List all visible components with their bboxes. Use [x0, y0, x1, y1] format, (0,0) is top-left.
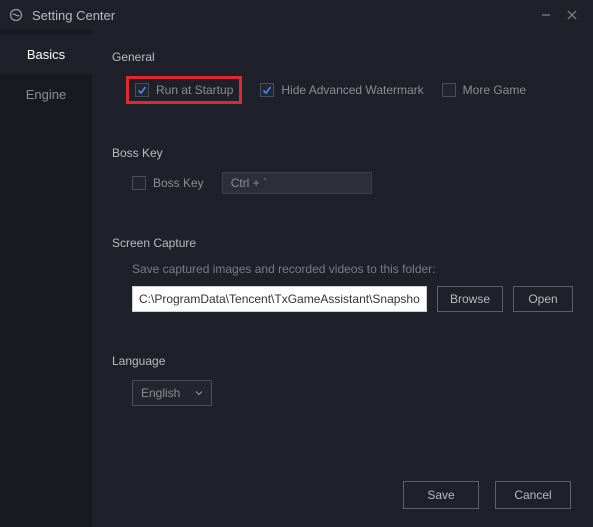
label-more-game: More Game [463, 83, 526, 97]
section-language-title: Language [112, 354, 573, 368]
section-bosskey-title: Boss Key [112, 146, 573, 160]
browse-button[interactable]: Browse [437, 286, 503, 312]
sidebar: Basics Engine [0, 30, 92, 527]
save-button[interactable]: Save [403, 481, 479, 509]
screencapture-help: Save captured images and recorded videos… [112, 262, 573, 276]
content-panel: General Run at Startup Hide Advanced Wat… [92, 30, 593, 527]
section-screencapture-title: Screen Capture [112, 236, 573, 250]
tab-basics[interactable]: Basics [0, 34, 92, 74]
checkbox-boss-key[interactable] [132, 176, 146, 190]
cancel-button[interactable]: Cancel [495, 481, 571, 509]
label-hide-watermark: Hide Advanced Watermark [281, 83, 423, 97]
close-button[interactable] [559, 2, 585, 28]
section-general-title: General [112, 50, 573, 64]
language-select[interactable]: English [132, 380, 212, 406]
checkbox-run-at-startup[interactable] [135, 83, 149, 97]
label-run-at-startup: Run at Startup [156, 83, 233, 97]
input-capture-path[interactable] [132, 286, 427, 312]
titlebar: Setting Center [0, 0, 593, 30]
window-title: Setting Center [32, 8, 115, 23]
footer-buttons: Save Cancel [403, 481, 571, 509]
highlight-run-at-startup: Run at Startup [126, 76, 242, 104]
input-boss-key-shortcut[interactable] [222, 172, 372, 194]
minimize-button[interactable] [533, 2, 559, 28]
tab-engine[interactable]: Engine [0, 74, 92, 114]
language-select-value: English [141, 386, 180, 400]
label-boss-key: Boss Key [153, 176, 204, 190]
open-button[interactable]: Open [513, 286, 573, 312]
checkbox-hide-watermark[interactable] [260, 83, 274, 97]
checkbox-more-game[interactable] [442, 83, 456, 97]
app-icon [8, 7, 24, 23]
chevron-down-icon [195, 386, 203, 400]
